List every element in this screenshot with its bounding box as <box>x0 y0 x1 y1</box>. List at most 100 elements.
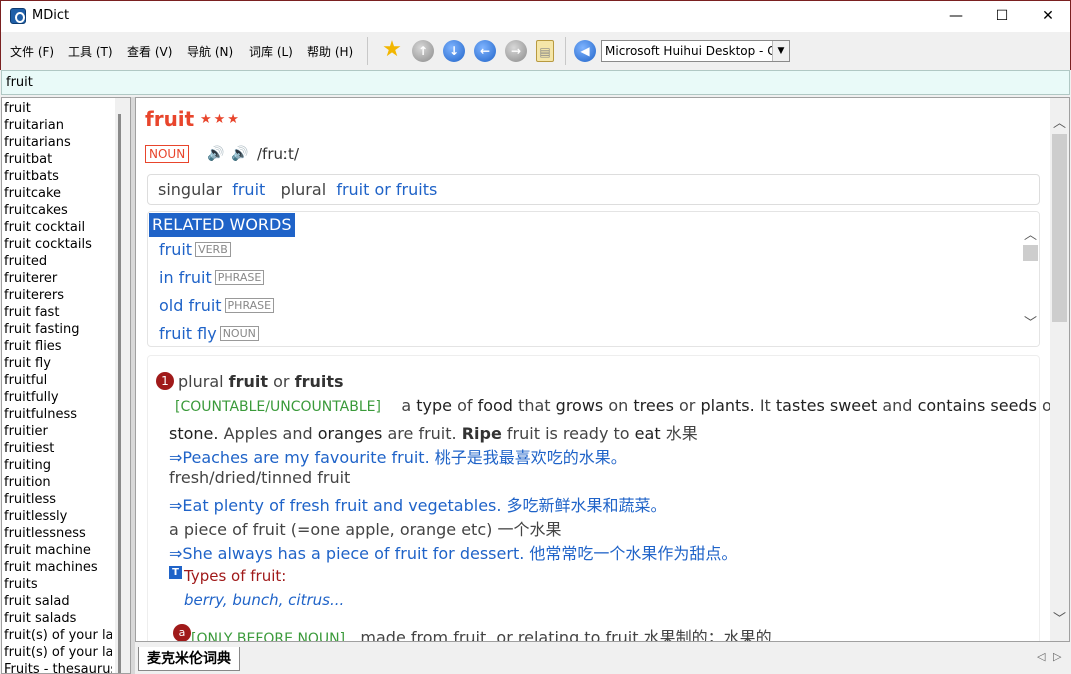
voice-select-value: Microsoft Huihui Desktop - Chinese (Simp… <box>605 44 789 58</box>
word-list-item[interactable]: fruitbat <box>4 151 112 168</box>
word-list-item[interactable]: fruiterers <box>4 287 112 304</box>
sense-number: 1 <box>156 372 174 390</box>
up-icon[interactable]: ↑ <box>412 40 434 62</box>
example-sentence: ⇒Eat plenty of fresh fruit and vegetable… <box>169 496 667 515</box>
word-list-item[interactable]: fruiterer <box>4 270 112 287</box>
word-list-item[interactable]: Fruits - thesaurus <box>4 661 112 673</box>
word-list-item[interactable]: fruitcakes <box>4 202 112 219</box>
word-list-item[interactable]: fruit machines <box>4 559 112 576</box>
subsense-definition: [ONLY BEFORE NOUN] made from fruit, or r… <box>191 628 772 642</box>
menu-tools[interactable]: 工具 (T) <box>68 43 113 60</box>
singular-form-link[interactable]: fruit <box>232 180 265 199</box>
word-list-item[interactable]: fruit(s) of your labours <box>4 644 112 661</box>
word-list-item[interactable]: fruit fly <box>4 355 112 372</box>
related-word-link[interactable]: old fruit PHRASE <box>159 296 275 315</box>
word-list-item[interactable]: fruitiest <box>4 440 112 457</box>
toolbar-separator <box>565 37 566 65</box>
word-list-item[interactable]: fruitfulness <box>4 406 112 423</box>
word-list-item[interactable]: fruit <box>4 100 112 117</box>
speaker-uk-icon[interactable]: 🔊 <box>207 146 224 162</box>
plural-form-link[interactable]: fruit or fruits <box>336 180 437 199</box>
forward-icon[interactable]: → <box>505 40 527 62</box>
mdict-app-icon <box>10 8 26 24</box>
chevron-down-icon[interactable]: ▼ <box>772 41 789 61</box>
word-forms: singular fruit plural fruit or fruits <box>147 174 1040 205</box>
word-list-item[interactable]: fruit cocktail <box>4 219 112 236</box>
subsense-letter: a <box>173 624 191 641</box>
definition-scrollbar[interactable]: ︿ ﹀ <box>1050 98 1069 641</box>
thesaurus-icon[interactable]: T <box>169 566 182 579</box>
search-bar <box>1 70 1070 95</box>
window-title: MDict <box>32 8 70 23</box>
collocation: a piece of fruit (=one apple, orange etc… <box>169 520 562 539</box>
clipboard-icon[interactable]: ▤ <box>536 40 554 62</box>
down-icon[interactable]: ↓ <box>443 40 465 62</box>
scroll-up-icon[interactable]: ︿ <box>1053 112 1066 131</box>
word-list: fruit fruitarian fruitarians fruitbat fruitb… <box>4 100 112 673</box>
menu-view[interactable]: 查看 (V) <box>127 43 172 60</box>
word-list-item[interactable]: fruitful <box>4 372 112 389</box>
definition-pane: fruit ★★★ NOUN 🔊 🔊 /fruːt/ singular frui… <box>135 97 1070 642</box>
menu-file[interactable]: 文件 (F) <box>10 43 54 60</box>
related-word-link[interactable]: fruit VERB <box>159 240 231 259</box>
menu-toolbar: 文件 (F) 工具 (T) 查看 (V) 导航 (N) 词库 (L) 帮助 (H… <box>0 32 1071 70</box>
word-list-item[interactable]: fruit machine <box>4 542 112 559</box>
phonetic: /fruːt/ <box>257 145 299 163</box>
word-list-item[interactable]: fruitlessness <box>4 525 112 542</box>
word-list-item[interactable]: fruitarians <box>4 134 112 151</box>
close-button[interactable]: ✕ <box>1025 1 1071 32</box>
related-word-link[interactable]: in fruit PHRASE <box>159 268 265 287</box>
scrollbar-thumb[interactable] <box>1052 134 1067 322</box>
menu-help[interactable]: 帮助 (H) <box>307 43 353 60</box>
minimize-button[interactable]: — <box>933 1 979 32</box>
singular-label: singular <box>158 180 223 199</box>
speaker-icon[interactable]: ◀ <box>574 40 596 62</box>
sense-block: 1 plural fruit or fruits [COUNTABLE/UNCO… <box>147 355 1069 642</box>
word-list-panel: fruit fruitarian fruitarians fruitbat fruitb… <box>1 97 131 674</box>
word-list-item[interactable]: fruitier <box>4 423 112 440</box>
word-list-item[interactable]: fruit salad <box>4 593 112 610</box>
word-list-scrollbar[interactable] <box>115 98 130 673</box>
plural-label: plural <box>280 180 327 199</box>
scroll-down-icon[interactable]: ﹀ <box>1024 312 1037 331</box>
related-word-link[interactable]: fruit fly NOUN <box>159 324 259 343</box>
word-list-item[interactable]: fruit fast <box>4 304 112 321</box>
tab-prev-icon[interactable]: ◁ <box>1037 650 1045 663</box>
scroll-down-icon[interactable]: ﹀ <box>1053 608 1066 627</box>
scrollbar-thumb[interactable] <box>118 114 121 673</box>
sense-forms: plural fruit or fruits <box>178 372 344 391</box>
sense-definition-cont: stone. Apples and oranges are fruit. Rip… <box>169 424 698 443</box>
word-list-item[interactable]: fruits <box>4 576 112 593</box>
tab-next-icon[interactable]: ▷ <box>1053 650 1061 663</box>
word-list-item[interactable]: fruitlessly <box>4 508 112 525</box>
word-list-item[interactable]: fruitfully <box>4 389 112 406</box>
related-scrollbar[interactable]: ︿ ﹀ <box>1022 212 1039 346</box>
word-list-item[interactable]: fruit(s) of your labour <box>4 627 112 644</box>
tab-macmillan[interactable]: 麦克米伦词典 <box>138 647 240 671</box>
word-list-item[interactable]: fruitbats <box>4 168 112 185</box>
title-bar: MDict — ☐ ✕ <box>0 0 1071 32</box>
voice-select[interactable]: Microsoft Huihui Desktop - Chinese (Simp… <box>601 40 790 62</box>
speaker-us-icon[interactable]: 🔊 <box>231 146 248 162</box>
collocation: fresh/dried/tinned fruit <box>169 468 351 487</box>
scroll-up-icon[interactable]: ︿ <box>1024 224 1037 243</box>
word-list-item[interactable]: fruit fasting <box>4 321 112 338</box>
search-input[interactable] <box>2 71 1069 94</box>
word-list-item[interactable]: fruiting <box>4 457 112 474</box>
word-list-item[interactable]: fruitcake <box>4 185 112 202</box>
word-list-item[interactable]: fruit cocktails <box>4 236 112 253</box>
maximize-button[interactable]: ☐ <box>979 1 1025 32</box>
back-icon[interactable]: ← <box>474 40 496 62</box>
word-list-item[interactable]: fruitless <box>4 491 112 508</box>
word-list-item[interactable]: fruitarian <box>4 117 112 134</box>
menu-library[interactable]: 词库 (L) <box>249 43 293 60</box>
word-list-item[interactable]: fruit flies <box>4 338 112 355</box>
word-list-item[interactable]: fruited <box>4 253 112 270</box>
star-icon[interactable]: ★ <box>381 39 403 62</box>
scrollbar-thumb[interactable] <box>1023 245 1038 261</box>
word-list-item[interactable]: fruition <box>4 474 112 491</box>
menu-navigate[interactable]: 导航 (N) <box>187 43 233 60</box>
word-list-item[interactable]: fruit salads <box>4 610 112 627</box>
headword: fruit <box>145 107 195 131</box>
types-list[interactable]: berry, bunch, citrus... <box>184 591 344 609</box>
